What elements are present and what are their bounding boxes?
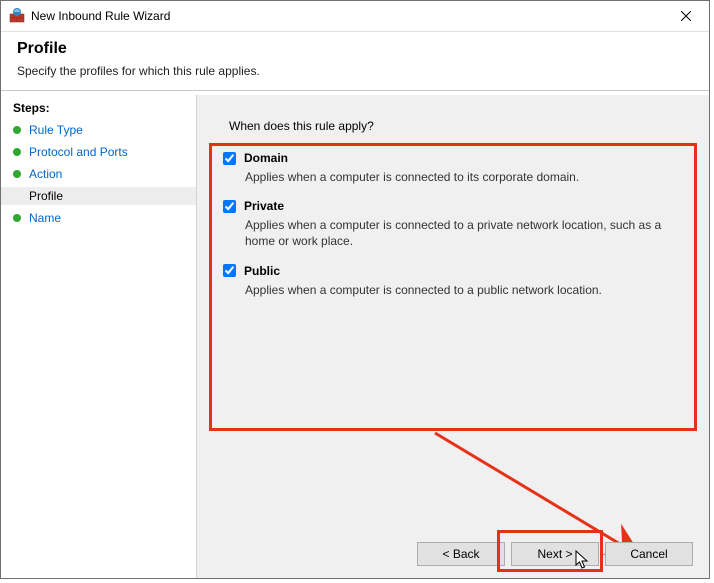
- question-text: When does this rule apply?: [229, 119, 374, 133]
- close-button[interactable]: [663, 1, 709, 31]
- option-label: Private: [244, 199, 284, 213]
- option-public: Public Applies when a computer is connect…: [223, 264, 679, 298]
- step-rule-type[interactable]: Rule Type: [1, 121, 196, 139]
- step-name[interactable]: Name: [1, 209, 196, 227]
- steps-sidebar: Steps: Rule Type Protocol and Ports Action…: [1, 95, 196, 578]
- checkbox-domain[interactable]: [223, 152, 236, 165]
- wizard-buttons: < Back Next > Cancel: [417, 542, 693, 566]
- option-label: Public: [244, 264, 280, 278]
- checkbox-public[interactable]: [223, 264, 236, 277]
- page-subtitle: Specify the profiles for which this rule…: [17, 64, 693, 78]
- firewall-icon: [9, 8, 25, 24]
- wizard-header: Profile Specify the profiles for which t…: [1, 32, 709, 90]
- step-label: Protocol and Ports: [29, 145, 128, 159]
- step-bullet-icon: [13, 170, 21, 178]
- profile-options: Domain Applies when a computer is connect…: [223, 151, 679, 312]
- step-label: Profile: [29, 189, 63, 203]
- close-icon: [681, 11, 691, 21]
- option-domain: Domain Applies when a computer is connect…: [223, 151, 679, 185]
- back-button[interactable]: < Back: [417, 542, 505, 566]
- step-label: Name: [29, 211, 61, 225]
- titlebar: New Inbound Rule Wizard: [1, 1, 709, 32]
- option-desc: Applies when a computer is connected to …: [245, 169, 675, 185]
- next-button[interactable]: Next >: [511, 542, 599, 566]
- step-profile: Profile: [1, 187, 196, 205]
- wizard-window: New Inbound Rule Wizard Profile Specify …: [0, 0, 710, 579]
- step-bullet-icon: [13, 192, 21, 200]
- option-label: Domain: [244, 151, 288, 165]
- header-divider: [1, 90, 709, 91]
- checkbox-private[interactable]: [223, 200, 236, 213]
- page-title: Profile: [17, 40, 693, 58]
- option-desc: Applies when a computer is connected to …: [245, 217, 675, 249]
- option-private: Private Applies when a computer is connec…: [223, 199, 679, 249]
- steps-heading: Steps:: [13, 101, 196, 115]
- step-bullet-icon: [13, 214, 21, 222]
- cancel-button[interactable]: Cancel: [605, 542, 693, 566]
- step-bullet-icon: [13, 148, 21, 156]
- step-label: Rule Type: [29, 123, 83, 137]
- step-label: Action: [29, 167, 62, 181]
- option-desc: Applies when a computer is connected to …: [245, 282, 675, 298]
- step-action[interactable]: Action: [1, 165, 196, 183]
- step-bullet-icon: [13, 126, 21, 134]
- content-pane: When does this rule apply? Domain Applies…: [196, 95, 709, 578]
- window-title: New Inbound Rule Wizard: [31, 9, 663, 23]
- step-protocol-and-ports[interactable]: Protocol and Ports: [1, 143, 196, 161]
